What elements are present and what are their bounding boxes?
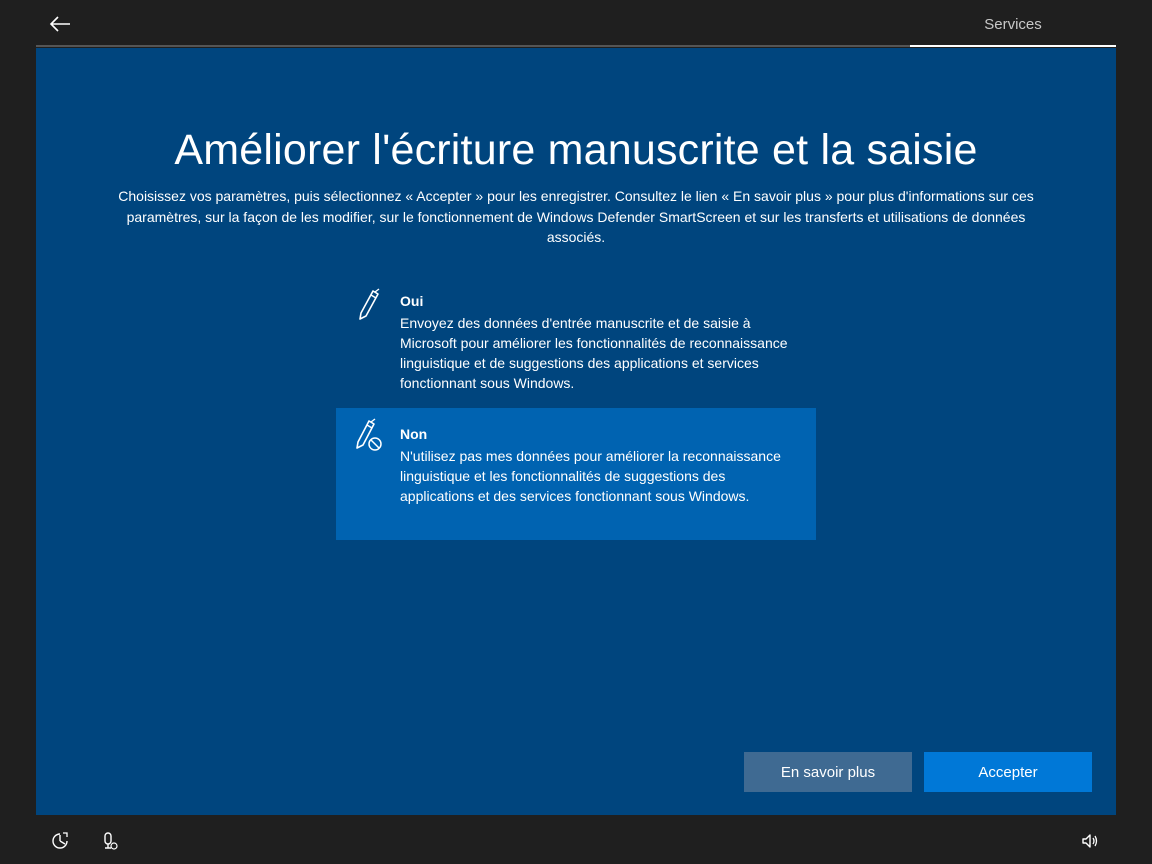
- progress-active-segment: [910, 45, 1116, 47]
- option-oui[interactable]: Oui Envoyez des données d'entrée manuscr…: [336, 280, 816, 402]
- ease-of-access-icon: [52, 832, 68, 849]
- page-title: Améliorer l'écriture manuscrite et la sa…: [174, 126, 978, 174]
- option-oui-description: Envoyez des données d'entrée manuscrite …: [400, 315, 788, 391]
- pen-icon: [359, 288, 380, 320]
- volume-icon: [1082, 834, 1098, 848]
- option-non-description: N'utilisez pas mes données pour améliore…: [400, 448, 781, 504]
- ease-of-access-button[interactable]: [47, 828, 73, 854]
- accept-button[interactable]: Accepter: [924, 752, 1092, 792]
- volume-button[interactable]: [1077, 828, 1103, 854]
- learn-more-button[interactable]: En savoir plus: [744, 752, 912, 792]
- option-non[interactable]: Non N'utilisez pas mes données pour amél…: [336, 408, 816, 540]
- top-bar: Services: [0, 0, 1152, 48]
- microphone-button[interactable]: [96, 828, 122, 854]
- back-button[interactable]: [44, 8, 76, 40]
- pen-blocked-icon: [356, 418, 382, 451]
- option-non-title: Non: [400, 426, 428, 442]
- section-label: Services: [984, 16, 1042, 33]
- option-oui-title: Oui: [400, 293, 424, 309]
- microphone-icon: [104, 832, 118, 850]
- page-subtitle: Choisissez vos paramètres, puis sélectio…: [118, 188, 1034, 245]
- main-panel: Améliorer l'écriture manuscrite et la sa…: [36, 48, 1116, 815]
- back-arrow-icon: [49, 16, 70, 32]
